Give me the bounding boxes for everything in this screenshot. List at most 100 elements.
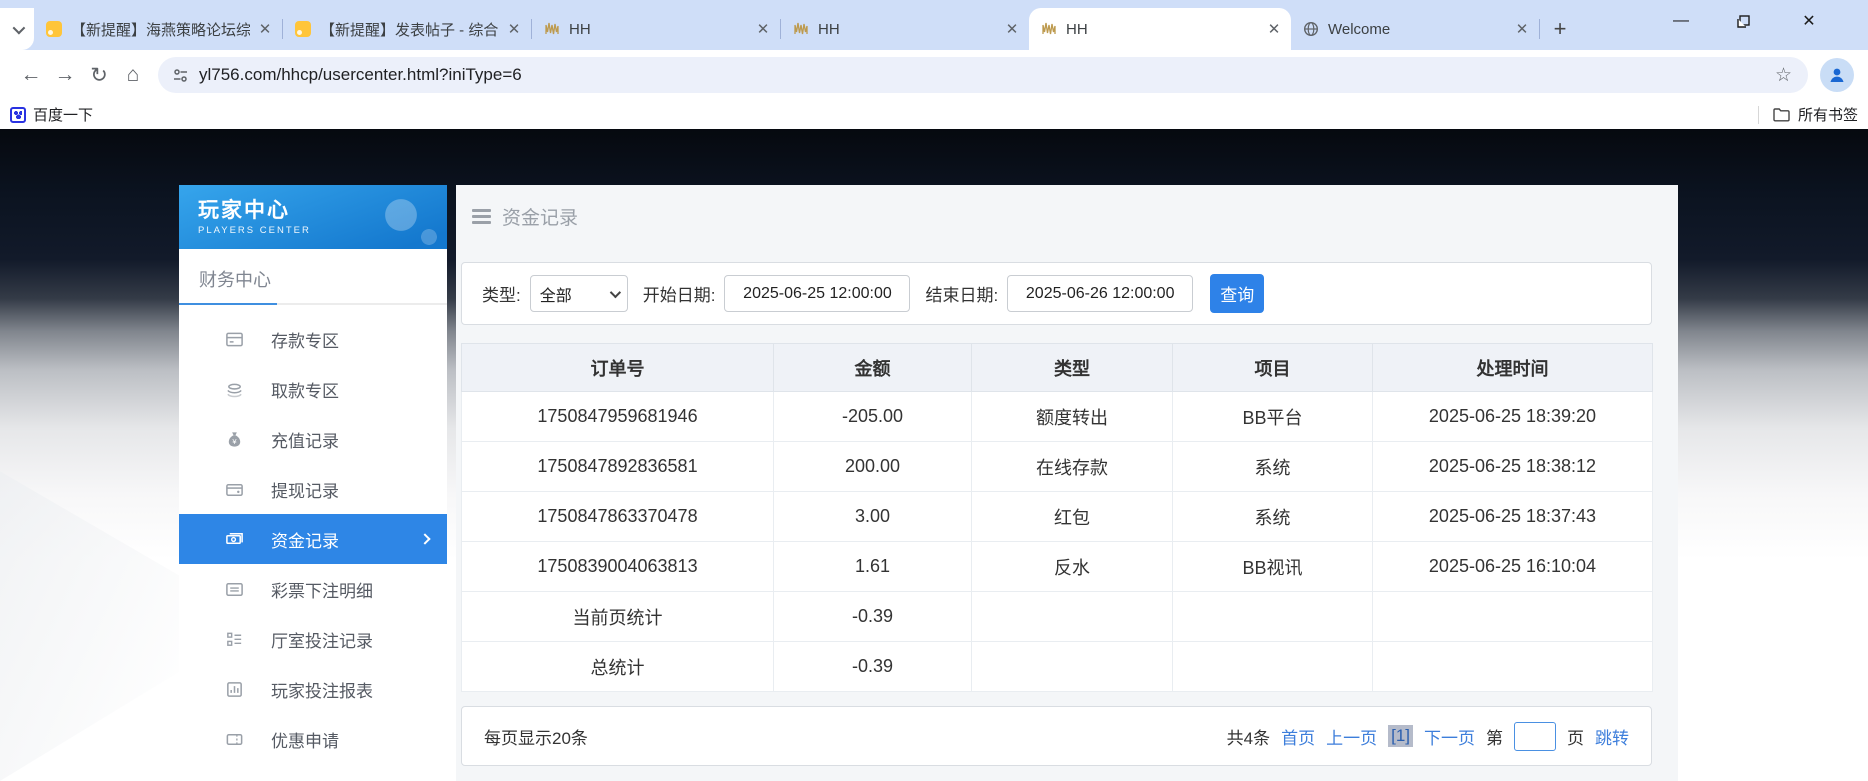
- cell-project: 系统: [1173, 492, 1373, 542]
- sidebar-title: 玩家中心: [198, 194, 447, 224]
- cell-type: 反水: [972, 542, 1173, 592]
- sidebar-item-label: 提现记录: [271, 477, 339, 502]
- cell-amount: -205.00: [774, 392, 972, 442]
- bookmark-star-icon[interactable]: ☆: [1767, 64, 1800, 87]
- jump-link[interactable]: 跳转: [1595, 724, 1629, 749]
- table-row: 1750839004063813 1.61 反水 BB视讯 2025-06-25…: [462, 542, 1653, 592]
- tab-close-icon[interactable]: ✕: [1003, 20, 1021, 38]
- column-header: 类型: [972, 344, 1173, 392]
- report-icon: [224, 679, 244, 699]
- window-controls: — ✕: [1658, 0, 1868, 42]
- browser-tab-active[interactable]: HH ✕: [1029, 8, 1291, 50]
- type-select-value: 全部: [540, 282, 572, 306]
- tab-title: Welcome: [1328, 21, 1507, 38]
- sidebar-item-promo-apply[interactable]: 优惠申请: [179, 714, 447, 764]
- tab-title: HH: [818, 21, 997, 38]
- menu-icon[interactable]: [472, 209, 491, 224]
- end-date-input[interactable]: [1007, 275, 1193, 312]
- page-title: 资金记录: [502, 203, 578, 230]
- per-page-text: 每页显示20条: [484, 724, 588, 749]
- bookmark-item-baidu[interactable]: 百度一下: [10, 104, 93, 125]
- cell-label: 当前页统计: [462, 592, 774, 642]
- browser-tab[interactable]: HH ✕: [532, 8, 780, 50]
- browser-tab[interactable]: HH ✕: [781, 8, 1029, 50]
- table-row: 1750847959681946 -205.00 额度转出 BB平台 2025-…: [462, 392, 1653, 442]
- restore-icon[interactable]: [1720, 0, 1766, 42]
- cell-time: 2025-06-25 18:39:20: [1373, 392, 1653, 442]
- tab-close-icon[interactable]: ✕: [256, 20, 274, 38]
- column-header: 处理时间: [1373, 344, 1653, 392]
- sidebar-item-label: 资金记录: [271, 527, 339, 552]
- cell-time: 2025-06-25 18:37:43: [1373, 492, 1653, 542]
- sidebar-subtitle: PLAYERS CENTER: [198, 225, 447, 236]
- url-text[interactable]: yl756.com/hhcp/usercenter.html?iniType=6: [199, 65, 1767, 85]
- player-center-sidebar: 玩家中心 PLAYERS CENTER 财务中心 存款专区 取款专区 ¥ 充值记…: [179, 185, 447, 781]
- hh-icon: [544, 21, 560, 37]
- search-button[interactable]: 查询: [1210, 274, 1264, 313]
- wallet-icon: [224, 479, 244, 499]
- ticket-icon: [224, 729, 244, 749]
- cell-label: 总统计: [462, 642, 774, 692]
- sidebar-item-label: 厅室投注记录: [271, 627, 373, 652]
- tab-bar: 【新提醒】海燕策略论坛综 ✕ 【新提醒】发表帖子 - 综合 ✕ HH ✕ HH …: [0, 0, 1868, 50]
- pagination-bar: 每页显示20条 共4条 首页 上一页 [1] 下一页 第 页 跳转: [461, 706, 1652, 766]
- tab-search-button[interactable]: [0, 8, 34, 50]
- cell-order-no: 1750847892836581: [462, 442, 774, 492]
- tab-close-icon[interactable]: ✕: [505, 20, 523, 38]
- banknotes-icon: [224, 529, 244, 549]
- site-info-icon[interactable]: [172, 67, 189, 84]
- tab-close-icon[interactable]: ✕: [754, 20, 772, 38]
- sidebar-item-withdraw[interactable]: 取款专区: [179, 364, 447, 414]
- sidebar-item-lottery-bet-details[interactable]: 彩票下注明细: [179, 564, 447, 614]
- back-icon[interactable]: ←: [14, 58, 48, 92]
- hh-icon: [1041, 21, 1057, 37]
- address-bar[interactable]: yl756.com/hhcp/usercenter.html?iniType=6…: [158, 57, 1808, 93]
- bookmark-label: 百度一下: [33, 104, 93, 125]
- page-jump-input[interactable]: [1514, 722, 1556, 751]
- navigation-bar: ← → ↻ ⌂ yl756.com/hhcp/usercenter.html?i…: [0, 50, 1868, 100]
- cell-order-no: 1750839004063813: [462, 542, 774, 592]
- forward-icon[interactable]: →: [48, 58, 82, 92]
- cell-type: 红包: [972, 492, 1173, 542]
- table-row: 1750847892836581 200.00 在线存款 系统 2025-06-…: [462, 442, 1653, 492]
- sidebar-section-title: 财务中心: [179, 249, 447, 292]
- sidebar-item-deposit[interactable]: 存款专区: [179, 314, 447, 364]
- content-header: 资金记录: [456, 185, 1678, 247]
- sidebar-item-fund-records[interactable]: 资金记录: [179, 514, 447, 564]
- cell-type: 额度转出: [972, 392, 1173, 442]
- sidebar-item-withdrawal-records[interactable]: 提现记录: [179, 464, 447, 514]
- close-window-icon[interactable]: ✕: [1786, 0, 1832, 42]
- start-date-label: 开始日期:: [643, 281, 716, 306]
- prev-page-link[interactable]: 上一页: [1326, 724, 1377, 749]
- cell-time: 2025-06-25 16:10:04: [1373, 542, 1653, 592]
- type-select[interactable]: 全部: [530, 275, 628, 312]
- sidebar-menu: 存款专区 取款专区 ¥ 充值记录 提现记录 资金记录: [179, 314, 447, 764]
- sidebar-item-player-bet-report[interactable]: 玩家投注报表: [179, 664, 447, 714]
- sidebar-item-recharge-records[interactable]: ¥ 充值记录: [179, 414, 447, 464]
- table-row: 1750847863370478 3.00 红包 系统 2025-06-25 1…: [462, 492, 1653, 542]
- home-icon[interactable]: ⌂: [116, 58, 150, 92]
- table-row-total-stats: 总统计 -0.39: [462, 642, 1653, 692]
- start-date-input[interactable]: [724, 275, 910, 312]
- browser-tab[interactable]: 【新提醒】海燕策略论坛综 ✕: [34, 8, 282, 50]
- all-bookmarks-button[interactable]: 所有书签: [1758, 104, 1858, 125]
- first-page-link[interactable]: 首页: [1281, 724, 1315, 749]
- chevron-right-icon: [419, 533, 430, 544]
- profile-avatar[interactable]: [1820, 58, 1854, 92]
- tab-title: HH: [1066, 21, 1259, 38]
- tab-close-icon[interactable]: ✕: [1265, 20, 1283, 38]
- cell-order-no: 1750847863370478: [462, 492, 774, 542]
- next-page-link[interactable]: 下一页: [1424, 724, 1475, 749]
- cell-time: 2025-06-25 18:38:12: [1373, 442, 1653, 492]
- end-date-label: 结束日期:: [925, 281, 998, 306]
- baidu-icon: [10, 107, 26, 123]
- browser-tab[interactable]: Welcome ✕: [1291, 8, 1539, 50]
- reload-icon[interactable]: ↻: [82, 58, 116, 92]
- browser-tab[interactable]: 【新提醒】发表帖子 - 综合 ✕: [283, 8, 531, 50]
- new-tab-button[interactable]: +: [1546, 15, 1574, 43]
- sidebar-item-hall-bet-records[interactable]: 厅室投注记录: [179, 614, 447, 664]
- table-row-page-stats: 当前页统计 -0.39: [462, 592, 1653, 642]
- tab-close-icon[interactable]: ✕: [1513, 20, 1531, 38]
- main-content: 资金记录 类型: 全部 开始日期: 结束日期: 查询 订单号: [456, 185, 1678, 781]
- minimize-icon[interactable]: —: [1658, 0, 1704, 42]
